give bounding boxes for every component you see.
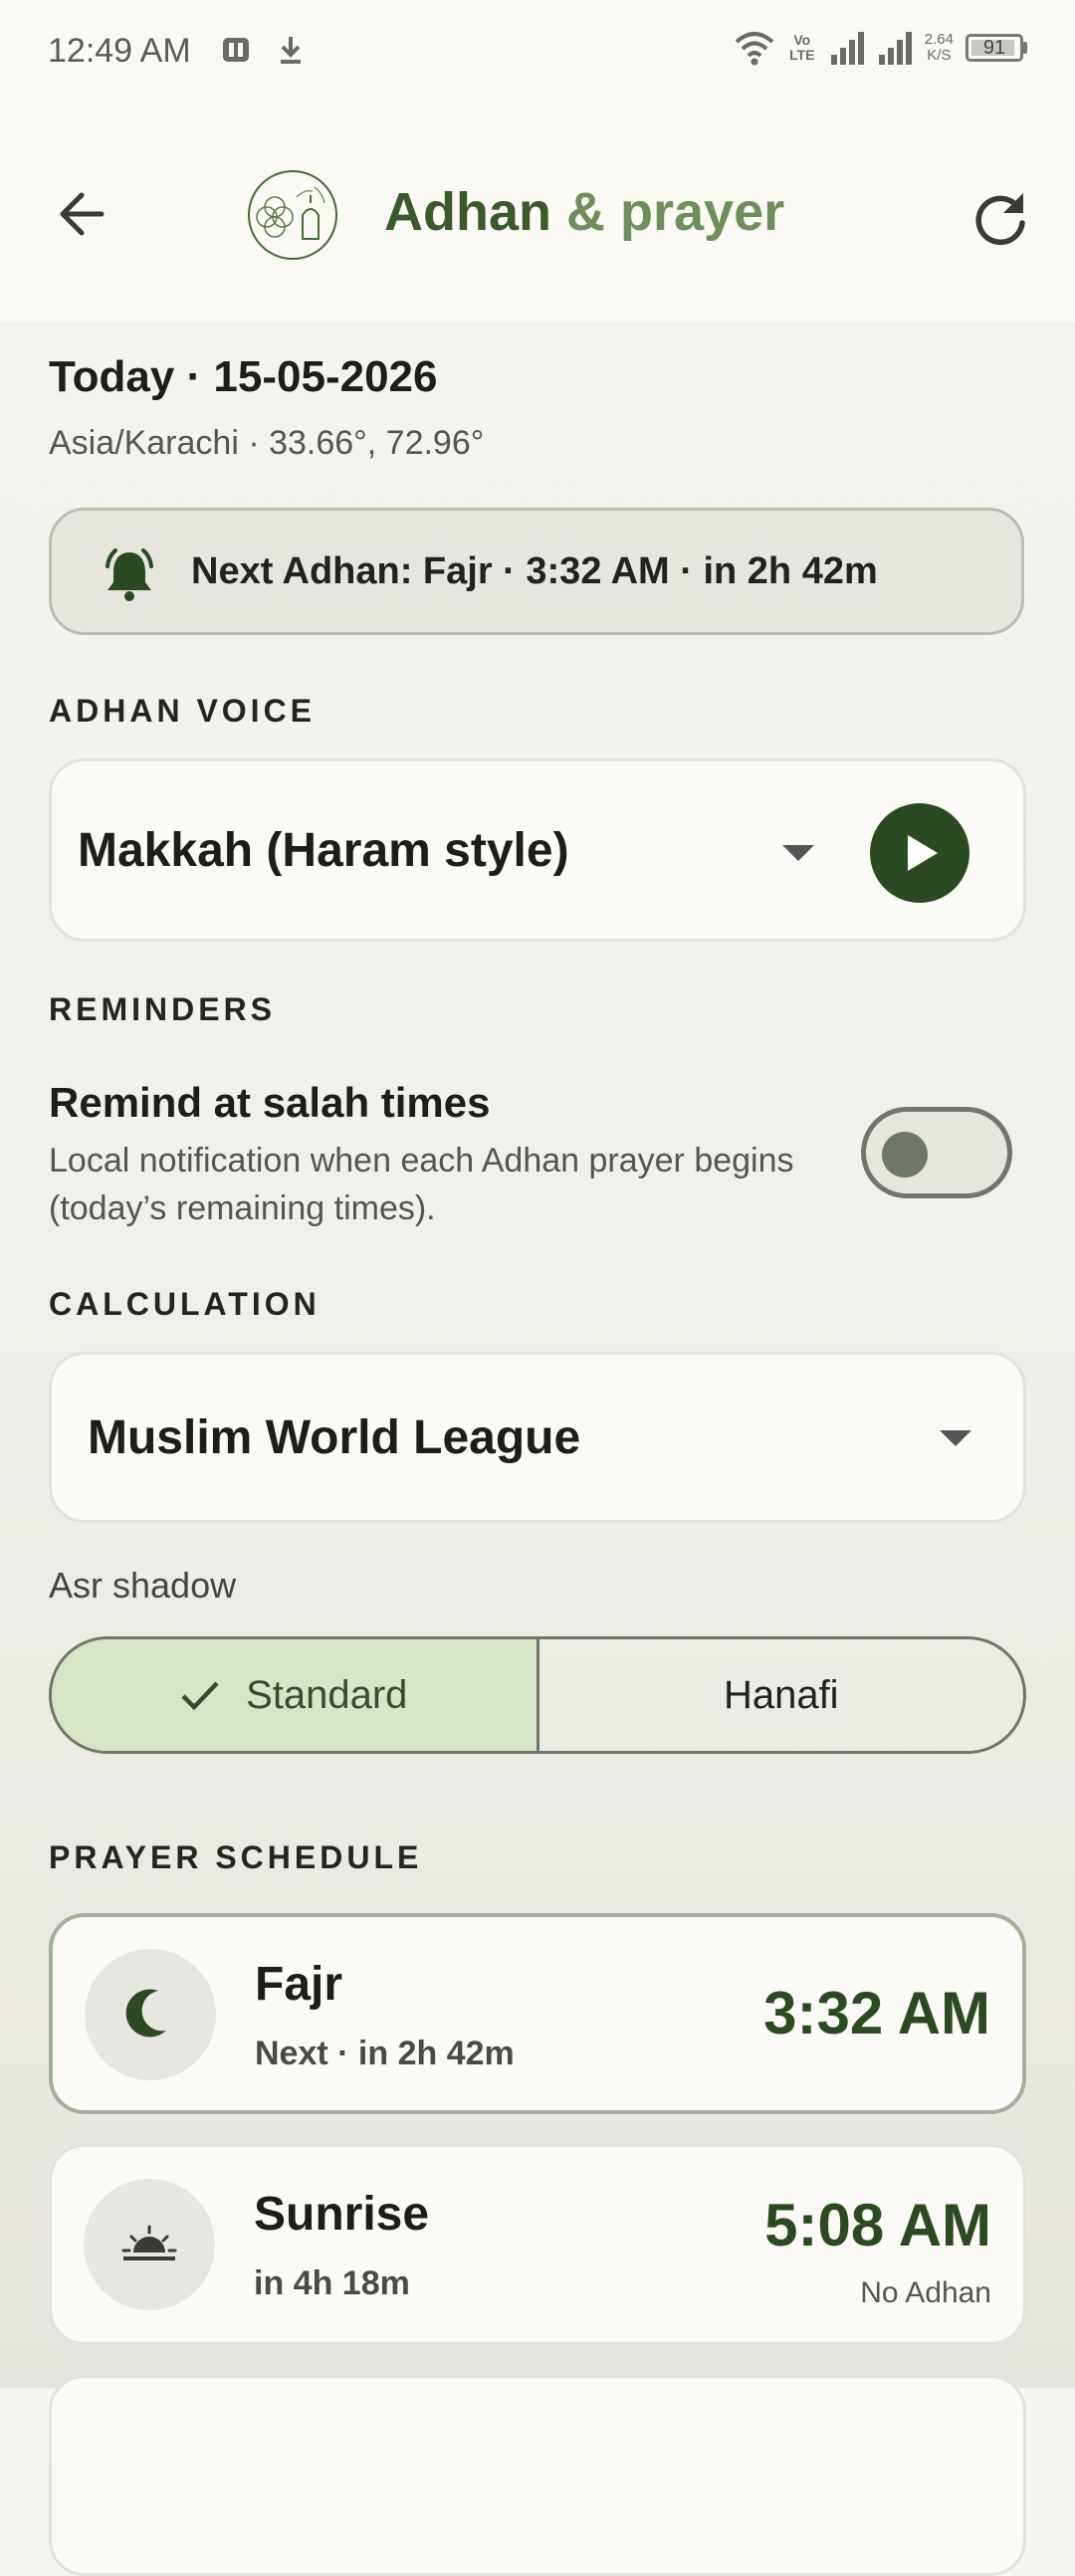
next-adhan-text: Next Adhan: Fajr · 3:32 AM · in 2h 42m bbox=[191, 550, 878, 592]
asr-standard-option[interactable]: Standard bbox=[52, 1639, 539, 1751]
adhan-voice-selected: Makkah (Haram style) bbox=[78, 824, 569, 877]
battery-level: 91 bbox=[982, 37, 1006, 59]
prayer-card-fajr[interactable]: Fajr Next · in 2h 42m 3:32 AM bbox=[49, 1913, 1026, 2114]
adhan-voice-dropdown[interactable]: Makkah (Haram style) bbox=[49, 758, 1026, 942]
status-indicators: Vo LTE 2.64 K/S 91 bbox=[734, 30, 1027, 66]
status-time: 12:49 AM bbox=[48, 32, 191, 70]
today-date: Today · 15-05-2026 bbox=[49, 352, 438, 401]
location-coordinates: Asia/Karachi · 33.66°, 72.96° bbox=[49, 424, 485, 462]
play-icon bbox=[908, 835, 938, 871]
calculation-method-dropdown[interactable]: Muslim World League bbox=[49, 1352, 1026, 1523]
status-bar: 12:49 AM Vo LTE 2.64 K/S 91 bbox=[0, 0, 1075, 109]
calculation-method-selected: Muslim World League bbox=[88, 1411, 581, 1464]
reminder-title: Remind at salah times bbox=[49, 1079, 491, 1126]
network-speed: 2.64 K/S bbox=[925, 32, 954, 64]
no-adhan-note: No Adhan bbox=[860, 2276, 991, 2309]
refresh-icon[interactable] bbox=[966, 183, 1035, 253]
page-title: Adhan & prayer bbox=[384, 181, 784, 243]
wifi-icon bbox=[735, 32, 774, 66]
app-bar: Adhan & prayer bbox=[0, 109, 1075, 322]
reminder-toggle[interactable] bbox=[861, 1107, 1012, 1198]
adhan-voice-label: ADHAN VOICE bbox=[49, 693, 317, 729]
crescent-moon-icon bbox=[125, 1989, 166, 2038]
chevron-down-icon bbox=[940, 1430, 971, 1446]
reminder-subtitle: Local notification when each Adhan praye… bbox=[49, 1142, 794, 1227]
battery-icon: 91 bbox=[966, 34, 1023, 62]
download-icon bbox=[281, 37, 301, 64]
page-title-part2: & prayer bbox=[566, 182, 785, 242]
toggle-knob bbox=[882, 1132, 928, 1178]
asr-shadow-segmented: Standard Hanafi bbox=[49, 1636, 1026, 1754]
bell-icon bbox=[106, 548, 153, 601]
prayer-time: 3:32 AM bbox=[763, 1980, 990, 2046]
sunrise-icon bbox=[121, 2225, 177, 2260]
prayer-name: Sunrise bbox=[254, 2188, 430, 2241]
calculation-label: CALCULATION bbox=[49, 1286, 321, 1322]
signal-icon-2 bbox=[878, 32, 912, 65]
app-notification-icon bbox=[223, 38, 249, 62]
play-preview-button[interactable] bbox=[870, 803, 969, 903]
asr-standard-label: Standard bbox=[246, 1672, 408, 1717]
check-icon bbox=[181, 1681, 219, 1711]
network-type-label: Vo LTE bbox=[789, 32, 815, 63]
prayer-time: 5:08 AM bbox=[764, 2192, 991, 2258]
signal-icon-1 bbox=[830, 32, 864, 65]
asr-hanafi-label: Hanafi bbox=[723, 1672, 839, 1717]
arrow-left-icon[interactable] bbox=[50, 179, 119, 249]
network-speed-value: 2.64 bbox=[924, 31, 954, 48]
prayer-card-sunrise[interactable]: Sunrise in 4h 18m 5:08 AM No Adhan bbox=[49, 2144, 1026, 2345]
chevron-down-icon bbox=[782, 845, 814, 861]
reminders-label: REMINDERS bbox=[49, 991, 277, 1027]
crescent-mosque-logo-icon bbox=[248, 170, 337, 260]
next-adhan-banner: Next Adhan: Fajr · 3:32 AM · in 2h 42m bbox=[49, 508, 1024, 635]
prayer-card-partial[interactable] bbox=[49, 2375, 1026, 2576]
prayer-icon-container bbox=[85, 1949, 216, 2080]
asr-shadow-label: Asr shadow bbox=[49, 1565, 237, 1606]
prayer-countdown: Next · in 2h 42m bbox=[255, 2035, 515, 2072]
prayer-icon-container bbox=[84, 2179, 215, 2310]
prayer-countdown: in 4h 18m bbox=[254, 2264, 410, 2302]
page-title-part1: Adhan bbox=[384, 182, 551, 242]
network-speed-unit: K/S bbox=[927, 47, 952, 64]
prayer-schedule-label: PRAYER SCHEDULE bbox=[49, 1839, 423, 1875]
prayer-name: Fajr bbox=[255, 1958, 343, 2011]
asr-hanafi-option[interactable]: Hanafi bbox=[539, 1639, 1024, 1751]
